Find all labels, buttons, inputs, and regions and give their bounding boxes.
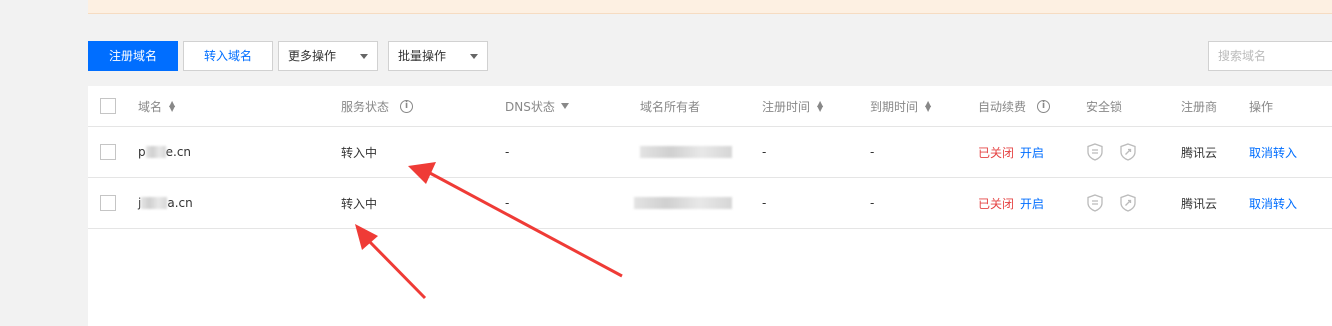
- filter-icon[interactable]: [560, 103, 569, 109]
- dns-status: -: [505, 196, 510, 210]
- register-time: -: [762, 196, 767, 210]
- domain-suffix: e.cn: [165, 145, 192, 159]
- register-domain-button[interactable]: 注册域名: [88, 41, 178, 71]
- service-status: 转入中: [341, 145, 378, 160]
- registrar: 腾讯云: [1181, 145, 1218, 160]
- security-lock-icon[interactable]: [1086, 194, 1104, 212]
- sort-icon[interactable]: ▲ ▼: [169, 100, 175, 113]
- caret-down-icon: [360, 54, 368, 59]
- header-expire-time[interactable]: 到期时间: [870, 98, 918, 115]
- dns-status: -: [505, 145, 510, 159]
- row-checkbox[interactable]: [100, 195, 116, 211]
- row-checkbox[interactable]: [100, 144, 116, 160]
- cancel-transfer-link[interactable]: 取消转入: [1249, 144, 1297, 161]
- auto-renew-state: 已关闭: [978, 196, 1015, 211]
- sort-icon[interactable]: ▲ ▼: [817, 100, 823, 113]
- sort-icon[interactable]: ▲ ▼: [925, 100, 931, 113]
- header-service-status: 服务状态: [341, 99, 390, 114]
- header-owner: 域名所有者: [640, 99, 701, 114]
- header-dns-status: DNS状态: [505, 99, 555, 114]
- redacted-owner: [634, 197, 732, 209]
- security-lock-icon[interactable]: [1086, 143, 1104, 161]
- header-registrar: 注册商: [1181, 99, 1218, 114]
- more-actions-label: 更多操作: [288, 49, 337, 63]
- batch-actions-select[interactable]: 批量操作: [388, 41, 488, 71]
- domain-suffix: a.cn: [167, 196, 193, 210]
- transfer-lock-icon[interactable]: [1119, 143, 1137, 161]
- auto-renew-state: 已关闭: [978, 145, 1015, 160]
- table-header: 域名 ▲ ▼ 服务状态 i DNS状态 域名所有者 注册时间 ▲ ▼ 到期时间 ▲ ▼…: [88, 86, 1332, 127]
- expire-time: -: [870, 196, 875, 210]
- expire-time: -: [870, 145, 875, 159]
- cancel-transfer-link[interactable]: 取消转入: [1249, 195, 1297, 212]
- table-row: p e.cn 转入中 - - - 已关闭 开启 腾讯云 取消转入: [88, 127, 1332, 178]
- header-auto-renew: 自动续费: [978, 99, 1027, 114]
- header-security-lock: 安全锁: [1086, 99, 1123, 114]
- more-actions-select[interactable]: 更多操作: [278, 41, 378, 71]
- search-input[interactable]: 搜索域名: [1208, 41, 1332, 71]
- notice-banner: [88, 0, 1332, 14]
- header-domain[interactable]: 域名: [138, 98, 162, 115]
- table-row: j a.cn 转入中 - - - 已关闭 开启 腾讯云 取消转入: [88, 178, 1332, 229]
- register-time: -: [762, 145, 767, 159]
- transfer-lock-icon[interactable]: [1119, 194, 1137, 212]
- service-status: 转入中: [341, 196, 378, 211]
- select-all-checkbox[interactable]: [100, 98, 116, 114]
- domain-prefix: p: [138, 145, 146, 159]
- auto-renew-enable-link[interactable]: 开启: [1020, 195, 1044, 212]
- transfer-domain-button[interactable]: 转入域名: [183, 41, 273, 71]
- info-icon[interactable]: i: [400, 99, 414, 113]
- batch-actions-label: 批量操作: [398, 49, 447, 63]
- caret-down-icon: [470, 54, 478, 59]
- redacted-text: [141, 197, 168, 209]
- info-icon[interactable]: i: [1037, 99, 1051, 113]
- header-action: 操作: [1249, 99, 1274, 114]
- registrar: 腾讯云: [1181, 196, 1218, 211]
- redacted-text: [145, 146, 166, 158]
- auto-renew-enable-link[interactable]: 开启: [1020, 144, 1044, 161]
- header-register-time[interactable]: 注册时间: [762, 98, 810, 115]
- redacted-owner: [640, 146, 732, 158]
